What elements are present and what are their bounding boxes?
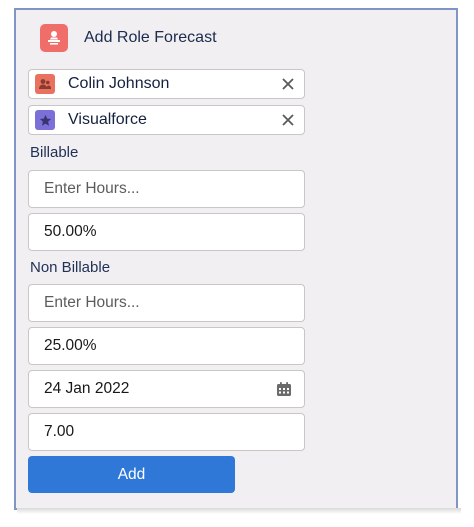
selected-resource-label: Colin Johnson <box>68 75 170 92</box>
forecast-icon <box>40 24 68 52</box>
close-icon[interactable] <box>277 109 299 131</box>
non-billable-label: Non Billable <box>30 259 111 276</box>
selected-resource-pill[interactable]: Colin Johnson <box>28 69 305 99</box>
add-button[interactable]: Add <box>28 456 235 493</box>
panel-header: Add Role Forecast <box>40 22 217 54</box>
star-icon <box>35 110 55 130</box>
billable-label: Billable <box>30 144 79 161</box>
non-billable-percent-input[interactable] <box>28 327 305 365</box>
panel-shadow <box>17 508 461 514</box>
billable-percent-input[interactable] <box>28 213 305 251</box>
user-icon <box>35 74 55 94</box>
date-input[interactable] <box>28 370 305 408</box>
selected-skill-label: Visualforce <box>68 111 147 128</box>
selected-skill-pill[interactable]: Visualforce <box>28 105 305 135</box>
hours-total-input[interactable] <box>28 413 305 451</box>
date-picker <box>28 370 305 408</box>
non-billable-hours-input[interactable] <box>28 284 305 322</box>
panel-title: Add Role Forecast <box>84 29 217 46</box>
close-icon[interactable] <box>277 73 299 95</box>
billable-hours-input[interactable] <box>28 170 305 208</box>
calendar-icon[interactable] <box>276 381 292 397</box>
